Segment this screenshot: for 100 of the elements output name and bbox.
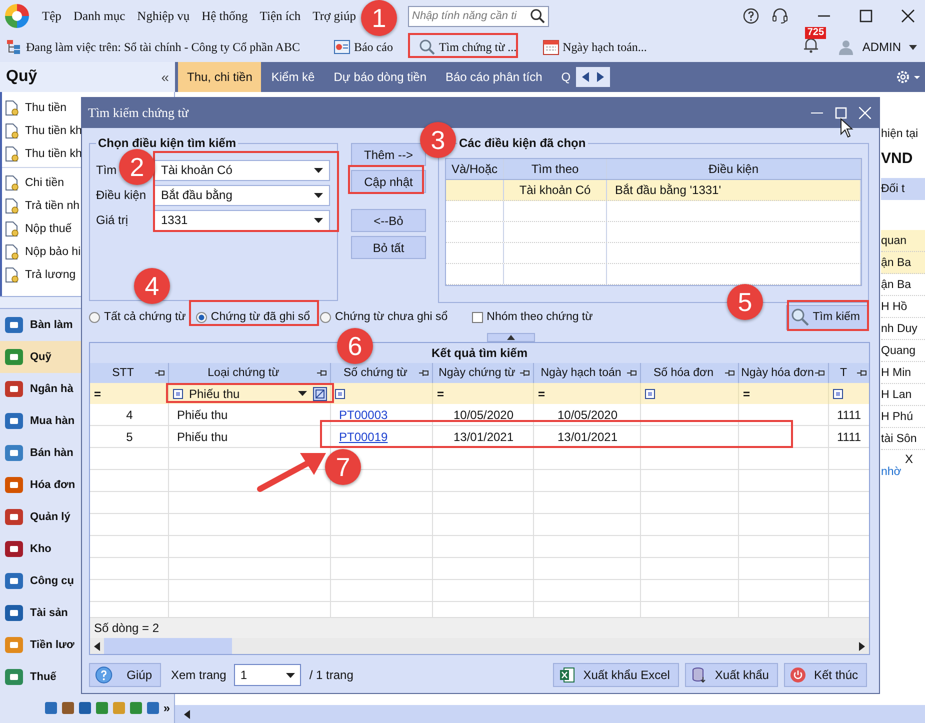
shortcut-icon[interactable] [78,700,92,716]
filter-toggle[interactable] [833,388,843,398]
scrollbar[interactable] [90,638,869,654]
scroll-right-icon[interactable] [596,72,604,82]
radio-option[interactable]: Chứng từ chưa ghi sổ [320,311,448,323]
user-name[interactable]: ADMIN [862,40,901,54]
filter-operator[interactable]: = [94,386,102,400]
column-header[interactable]: Loại chứng từ [169,363,331,383]
maximize-icon[interactable] [859,9,873,23]
collapse-button[interactable]: « [161,69,169,85]
bell-icon[interactable] [802,36,820,54]
pin-icon[interactable] [627,369,637,377]
document-link[interactable]: PT00019 [339,430,388,444]
caret-icon[interactable] [314,218,323,222]
sidebar-item[interactable]: Trả tiền nh [25,200,80,212]
tab[interactable]: Q [552,62,580,92]
radio-option[interactable]: Chứng từ đã ghi sổ [196,311,310,323]
caret-icon[interactable] [314,192,323,198]
tab[interactable]: Kiểm kê [262,62,324,92]
column-header[interactable]: Đối t [881,178,925,200]
shortcut-icon[interactable] [61,700,76,716]
pin-icon[interactable] [725,369,735,377]
module-item[interactable]: Bán hàn [0,437,81,469]
filter-toggle[interactable] [335,388,345,398]
action-button[interactable]: Cập nhật [351,170,426,193]
link[interactable]: nhờ [881,466,925,478]
settings-icon[interactable] [895,69,921,85]
arrow-left-icon[interactable] [94,642,100,650]
menu-item[interactable]: Trợ giúp [312,8,356,24]
search-field[interactable]: Nhập tính năng cần ti [408,6,549,26]
dropdown-field[interactable]: 1331 [154,210,330,230]
module-item[interactable]: Kho [0,533,81,565]
module-item[interactable]: Hóa đơn [0,469,81,501]
filter-dropdown[interactable]: Phiếu thu [189,385,307,402]
page-dropdown[interactable]: 1 [234,664,302,686]
footer-button[interactable]: Xuất khẩu Excel [553,663,679,687]
toolbar-button[interactable]: Tìm chứng từ ... [414,36,521,58]
module-item[interactable]: Công cụ [0,565,81,597]
sidebar-item[interactable]: Chi tiền [25,176,64,188]
caret-icon[interactable] [298,391,307,396]
filter-operator[interactable]: = [437,386,444,400]
action-button[interactable]: <--Bỏ [351,209,426,232]
pin-icon[interactable] [155,369,165,377]
scrollbar[interactable] [175,705,925,723]
tab[interactable]: Thu, chi tiền [178,62,262,92]
pin-icon[interactable] [419,369,429,377]
filter-operator[interactable]: = [538,386,546,400]
collapse-handle[interactable] [487,333,535,342]
shortcut-icon[interactable] [44,700,58,716]
module-item[interactable]: Quản lý [0,501,81,533]
arrow-left-icon[interactable] [184,710,190,718]
caret-icon[interactable] [909,44,917,50]
document-link[interactable]: PT00003 [339,408,388,422]
caret-icon[interactable] [314,168,323,172]
tab[interactable]: Dự báo dòng tiền [324,62,436,92]
action-button[interactable]: Thêm --> [351,143,426,166]
sidebar-item[interactable]: Thu tiền [25,102,67,114]
sidebar-item[interactable]: Thu tiền kh [25,124,82,136]
sidebar-item[interactable]: Nộp thuế [25,222,72,234]
filter-operator[interactable]: = [743,386,750,400]
headset-icon[interactable] [771,7,789,25]
shortcut-icon[interactable] [95,700,110,716]
dropdown-field[interactable]: Bắt đầu bằng [154,184,330,206]
module-item[interactable]: Tiền lươ [0,629,81,661]
pin-icon[interactable] [815,369,825,377]
search-button[interactable]: Tìm kiếm [786,304,869,330]
menu-item[interactable]: Tiện ích [260,8,301,24]
help-icon[interactable] [743,8,759,24]
action-button[interactable]: Bỏ tất [351,236,426,259]
close-button[interactable]: X [904,452,913,466]
more-button[interactable]: » [163,701,170,715]
close-icon[interactable] [901,9,915,23]
filter-toggle[interactable] [645,388,655,398]
clear-filter-icon[interactable] [313,386,327,400]
module-item[interactable]: Ngân hà [0,373,81,405]
search-icon[interactable] [530,8,545,24]
pin-icon[interactable] [520,369,530,377]
footer-button[interactable]: Xuất khẩu [684,663,778,687]
pin-icon[interactable] [317,369,327,377]
shortcut-icon[interactable] [146,700,160,716]
module-item[interactable]: Bàn làm [0,309,81,341]
sidebar-item[interactable]: Trả lương [25,268,76,280]
module-item[interactable]: Quỹ [0,341,81,373]
radio-option[interactable]: Tất cả chứng từ [89,311,186,323]
checkbox[interactable]: Nhóm theo chứng từ [458,311,593,323]
sidebar-item[interactable]: Thu tiền kh [25,148,82,160]
menu-item[interactable]: Danh mục [73,8,126,24]
filter-toggle[interactable] [173,388,183,398]
module-item[interactable]: Mua hàn [0,405,81,437]
toolbar-button[interactable]: Ngày hạch toán... [538,36,651,58]
menu-item[interactable]: Nghiệp vụ [137,8,190,24]
pin-icon[interactable] [857,369,867,377]
module-item[interactable]: Thuế [0,661,81,693]
arrow-right-icon[interactable] [859,642,865,650]
toolbar-button[interactable]: Báo cáo [330,36,397,58]
help-button[interactable]: Giúp [89,663,161,687]
caret-icon[interactable] [286,672,296,678]
tab[interactable]: Báo cáo phân tích [436,62,552,92]
sidebar-item[interactable]: Nộp bảo hi [25,246,81,258]
menu-item[interactable]: Tệp [42,8,62,24]
